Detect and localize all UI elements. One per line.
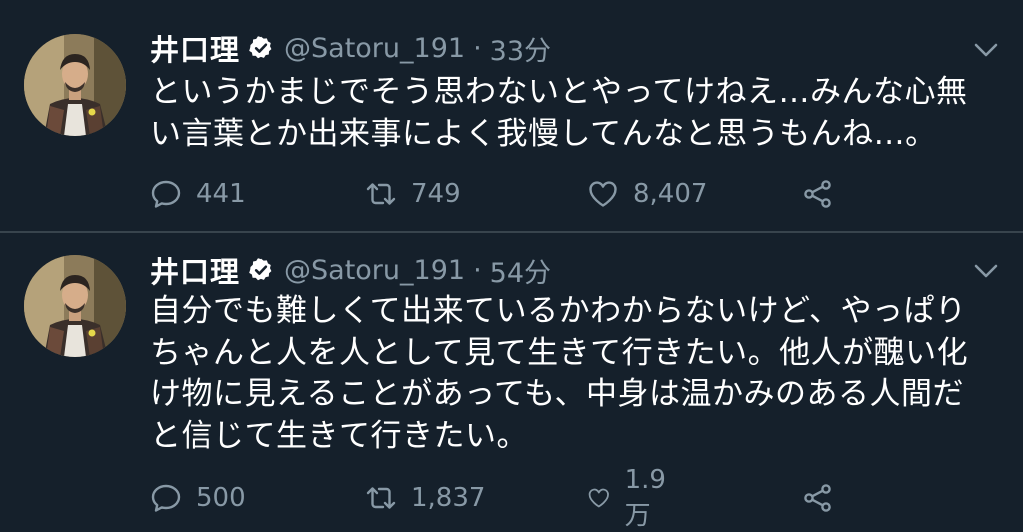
tweet-text-line: ちゃんと人を人として見て生きて行きたい。他人が醜い化 [150, 334, 969, 371]
tweet-text: 自分でも難しくて出来ているかわからないけど、やっぱり ちゃんと人を人として見て生… [150, 291, 1000, 457]
like-button[interactable]: 8,407 [587, 174, 707, 214]
retweet-icon [365, 178, 397, 210]
reply-icon [150, 482, 182, 514]
share-button[interactable] [802, 174, 834, 214]
timestamp[interactable]: 33分 [490, 29, 551, 68]
separator-dot: · [473, 32, 482, 64]
tweet-text-line: け物に見えることがあっても、中身は温かみのある人間だ [150, 376, 965, 412]
profile-photo [24, 255, 126, 357]
reply-icon [150, 178, 182, 210]
heart-icon [587, 482, 611, 514]
chevron-down-icon[interactable] [972, 40, 1000, 60]
tweet-text-line: 自分でも難しくて出来ているかわからないけど、やっぱり [150, 293, 967, 329]
verified-badge-icon [248, 257, 274, 283]
avatar[interactable] [24, 255, 126, 357]
timestamp[interactable]: 54分 [490, 251, 551, 290]
retweet-count: 1,837 [411, 483, 486, 513]
tweet-text-line: と信じて生きて行きたい。 [150, 417, 528, 454]
tweet-text-line: というかまじでそう思わないとやってけねえ…みんな心無 [150, 74, 968, 110]
separator-dot: · [473, 254, 482, 286]
reply-button[interactable]: 441 [150, 174, 246, 214]
retweet-button[interactable]: 1,837 [365, 478, 485, 518]
tweet-header: 井口理 @Satoru_191 · 54分 [150, 250, 551, 290]
heart-icon [587, 178, 619, 210]
reply-count: 441 [196, 179, 246, 209]
avatar[interactable] [24, 34, 126, 136]
share-icon [802, 178, 834, 210]
user-handle[interactable]: @Satoru_191 [284, 33, 465, 64]
display-name[interactable]: 井口理 [150, 249, 240, 291]
profile-photo [24, 34, 126, 136]
verified-badge-icon [248, 35, 274, 61]
display-name[interactable]: 井口理 [150, 27, 240, 69]
like-button[interactable]: 1.9万 [587, 465, 674, 531]
share-button[interactable] [802, 478, 834, 518]
tweet[interactable]: 井口理 @Satoru_191 · 54分 自分でも難しくて出来ているかわからな… [0, 233, 1023, 531]
retweet-count: 749 [411, 179, 461, 209]
reply-count: 500 [196, 483, 246, 513]
chevron-down-icon[interactable] [972, 261, 1000, 281]
user-handle[interactable]: @Satoru_191 [284, 255, 465, 286]
reply-button[interactable]: 500 [150, 478, 246, 518]
tweet[interactable]: 井口理 @Satoru_191 · 33分 というかまじでそう思わないとやってけ… [0, 0, 1023, 232]
tweet-text-line: い言葉とか出来事によく我慢してんなと思うもんね…。 [150, 115, 937, 152]
like-count: 1.9万 [624, 464, 666, 531]
share-icon [802, 482, 834, 514]
tweet-header: 井口理 @Satoru_191 · 33分 [150, 28, 551, 68]
tweet-text: というかまじでそう思わないとやってけねえ…みんな心無 い言葉とか出来事によく我慢… [150, 72, 1000, 155]
retweet-button[interactable]: 749 [365, 174, 461, 214]
retweet-icon [365, 482, 397, 514]
like-count: 8,407 [633, 179, 708, 209]
